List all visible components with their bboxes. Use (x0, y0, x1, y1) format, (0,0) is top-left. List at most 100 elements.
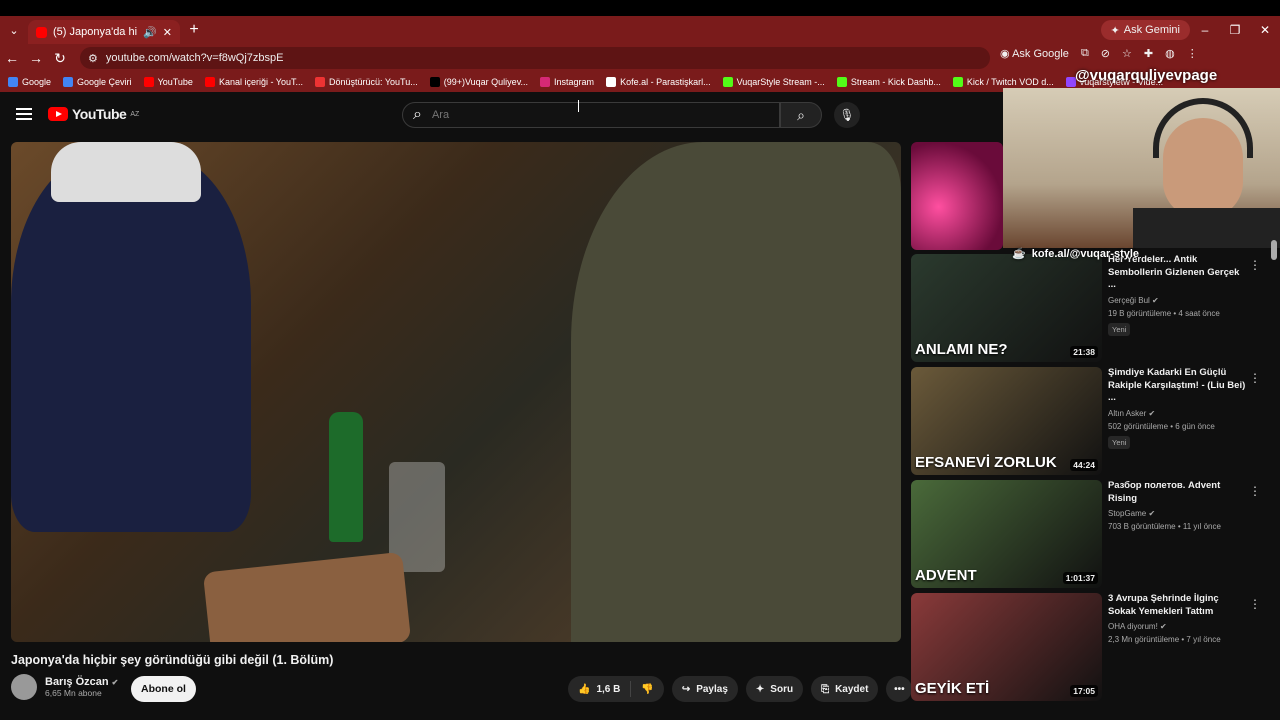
recommendation-channel[interactable]: OHA diyorum! (1108, 622, 1158, 631)
ask-google-button[interactable]: ◉ Ask Google (1000, 47, 1069, 60)
search-box: ⌕ (402, 102, 780, 128)
ask-google-label: Ask Google (1012, 48, 1069, 60)
bookmark-favicon-icon (429, 77, 440, 87)
recommendation-meta: Şimdiye Kadarki En Güçlü Rakiple Karşıla… (1108, 367, 1248, 450)
thumbs-down-icon: 👎 (641, 683, 654, 695)
more-dots-icon: ••• (894, 683, 905, 695)
menu-dots-icon[interactable]: ⋮ (1187, 47, 1198, 60)
video-player[interactable] (11, 142, 901, 642)
ask-label: Soru (770, 683, 794, 695)
bookmark-item[interactable]: Kofe.al - Parastişkarl... (606, 77, 711, 87)
sidebar-scrollbar[interactable] (1271, 240, 1277, 260)
profile-icon[interactable]: ◍ (1165, 47, 1175, 60)
recommendation-channel[interactable]: Altın Asker (1108, 409, 1146, 418)
recommendation-thumbnail[interactable]: GEYİK ETİ 17:05 (911, 593, 1102, 701)
extensions-icon[interactable]: ✚ (1144, 47, 1153, 60)
subscribe-button[interactable]: Abone ol (131, 676, 196, 702)
minimize-icon[interactable]: – (1190, 16, 1220, 44)
save-label: Kaydet (835, 683, 869, 695)
channel-avatar[interactable] (11, 674, 37, 700)
more-options-icon[interactable]: ⋮ (1249, 258, 1261, 272)
channel-name-row[interactable]: Barış Özcan ✔ (45, 676, 118, 688)
video-duration: 17:05 (1070, 685, 1098, 697)
dislike-button[interactable]: 👎 (631, 676, 663, 702)
bookmark-item[interactable]: (99+)Vuqar Quliyev... (429, 77, 528, 87)
recommendation-item[interactable]: GEYİK ETİ 17:05 3 Avrupa Şehrinde İlginç S… (911, 593, 1271, 701)
forward-icon[interactable]: → (24, 50, 48, 66)
ask-button[interactable]: ✦ Soru (745, 676, 804, 702)
bookmark-item[interactable]: Google (8, 77, 51, 87)
site-info-icon[interactable]: ⚙ (88, 52, 98, 65)
browser-tab-bar: ⌄ (5) Japonya'da hiçbir şey gö 🔊 ✕ + ✦ A… (0, 16, 1280, 44)
recommendation-thumbnail[interactable]: ADVENT 1:01:37 (911, 480, 1102, 588)
recommendation-item[interactable]: ANLAMI NE? 21:38 Her Yerdeler... Antik Sem… (911, 254, 1271, 362)
share-button[interactable]: ↪ Paylaş (671, 676, 738, 702)
tab-search-icon[interactable]: ⌄ (0, 16, 28, 44)
recommendation-title[interactable]: 3 Avrupa Şehrinde İlginç Sokak Yemekleri… (1108, 593, 1248, 618)
bookmark-item[interactable]: Google Çeviri (63, 77, 132, 87)
thumbnail-text: EFSANEVİ ZORLUK (915, 454, 1057, 471)
recommendation-thumbnail[interactable]: EFSANEVİ ZORLUK 44:24 (911, 367, 1102, 475)
region-code: AZ (130, 110, 140, 118)
new-tab-button[interactable]: + (180, 21, 208, 39)
recommendation-views: 502 görüntüleme • 6 gün önce (1108, 421, 1215, 431)
video-frame-bottle (329, 412, 363, 542)
bookmark-favicon-icon (540, 77, 551, 87)
verified-icon: ✔ (111, 678, 119, 687)
voice-search-button[interactable]: 🎙 (834, 102, 860, 128)
recommendation-title[interactable]: Разбор полетов. Advent Rising (1108, 480, 1248, 505)
menu-hamburger-icon[interactable] (16, 108, 32, 120)
bookmark-item[interactable]: Instagram (540, 77, 594, 87)
reload-icon[interactable]: ↻ (48, 50, 72, 67)
ask-gemini-button[interactable]: ✦ Ask Gemini (1100, 20, 1190, 40)
subscriber-count: 6,65 Mn abone (45, 688, 102, 698)
install-icon[interactable]: ⧉ (1081, 47, 1089, 60)
recommendation-item[interactable]: ADVENT 1:01:37 Разбор полетов. Advent Risi… (911, 480, 1271, 588)
bookmark-item[interactable]: Kick / Twitch VOD d... (952, 77, 1054, 87)
webcam-headset (1153, 98, 1253, 158)
recommendation-views: 19 B görüntüleme • 4 saat önce (1108, 308, 1220, 318)
more-actions-button[interactable]: ••• (886, 676, 913, 702)
recommendation-views: 2,3 Mn görüntüleme • 7 yıl önce (1108, 635, 1221, 644)
youtube-logo[interactable]: YouTube AZ (48, 106, 139, 122)
like-count: 1,6 B (596, 683, 621, 695)
bookmark-favicon-icon (952, 77, 963, 87)
bookmark-item[interactable]: YouTube (143, 77, 193, 87)
video-duration: 21:38 (1070, 346, 1098, 358)
more-options-icon[interactable]: ⋮ (1249, 371, 1261, 385)
omnibox[interactable]: ⚙ youtube.com/watch?v=f8wQj7zbspE (80, 47, 990, 69)
channel-name[interactable]: Barış Özcan (45, 676, 109, 688)
bookmark-item[interactable]: Dönüştürücü: YouTu... (315, 77, 418, 87)
close-tab-icon[interactable]: ✕ (163, 26, 172, 39)
restore-icon[interactable]: ❐ (1220, 16, 1250, 44)
bookmark-favicon-icon (63, 77, 74, 87)
save-button[interactable]: ⎘ Kaydet (811, 676, 879, 702)
recommendation-thumbnail[interactable]: ANLAMI NE? 21:38 (911, 254, 1102, 362)
back-icon[interactable]: ← (0, 50, 24, 66)
bookmark-star-icon[interactable]: ☆ (1122, 47, 1132, 60)
recommendation-title[interactable]: Şimdiye Kadarki En Güçlü Rakiple Karşıla… (1108, 367, 1248, 405)
more-options-icon[interactable]: ⋮ (1249, 597, 1261, 611)
recommendation-channel-row: StopGame ✔ (1108, 509, 1248, 518)
browser-tab-active[interactable]: (5) Japonya'da hiçbir şey gö 🔊 ✕ (28, 20, 180, 44)
window-close-icon[interactable]: ✕ (1250, 16, 1280, 44)
recommendation-channel[interactable]: Gerçeği Bul (1108, 296, 1150, 305)
partial-thumbnail[interactable] (911, 142, 1003, 250)
thumbnail-text: GEYİK ETİ (915, 680, 990, 697)
eye-off-icon[interactable]: ⊘ (1101, 47, 1110, 60)
bookmark-item[interactable]: VuqarStyle Stream -... (722, 77, 825, 87)
toolbar-right: ◉ Ask Google ⧉ ⊘ ☆ ✚ ◍ ⋮ (1000, 47, 1198, 60)
share-icon: ↪ (681, 683, 691, 695)
video-frame-plate (202, 551, 412, 642)
bookmark-favicon-icon (315, 77, 325, 87)
video-duration: 1:01:37 (1062, 572, 1098, 584)
recommendation-item[interactable]: EFSANEVİ ZORLUK 44:24 Şimdiye Kadarki En G… (911, 367, 1271, 475)
like-button[interactable]: 👍 1,6 B (568, 676, 630, 702)
gemini-icon: ✦ (1110, 24, 1120, 37)
recommendation-channel[interactable]: StopGame (1108, 509, 1146, 518)
video-frame-chef-hat (51, 142, 201, 202)
bookmark-item[interactable]: Stream - Kick Dashb... (836, 77, 941, 87)
search-button[interactable]: ⌕ (780, 102, 822, 128)
bookmark-item[interactable]: Kanal içeriği - YouT... (204, 77, 303, 87)
more-options-icon[interactable]: ⋮ (1249, 484, 1261, 498)
